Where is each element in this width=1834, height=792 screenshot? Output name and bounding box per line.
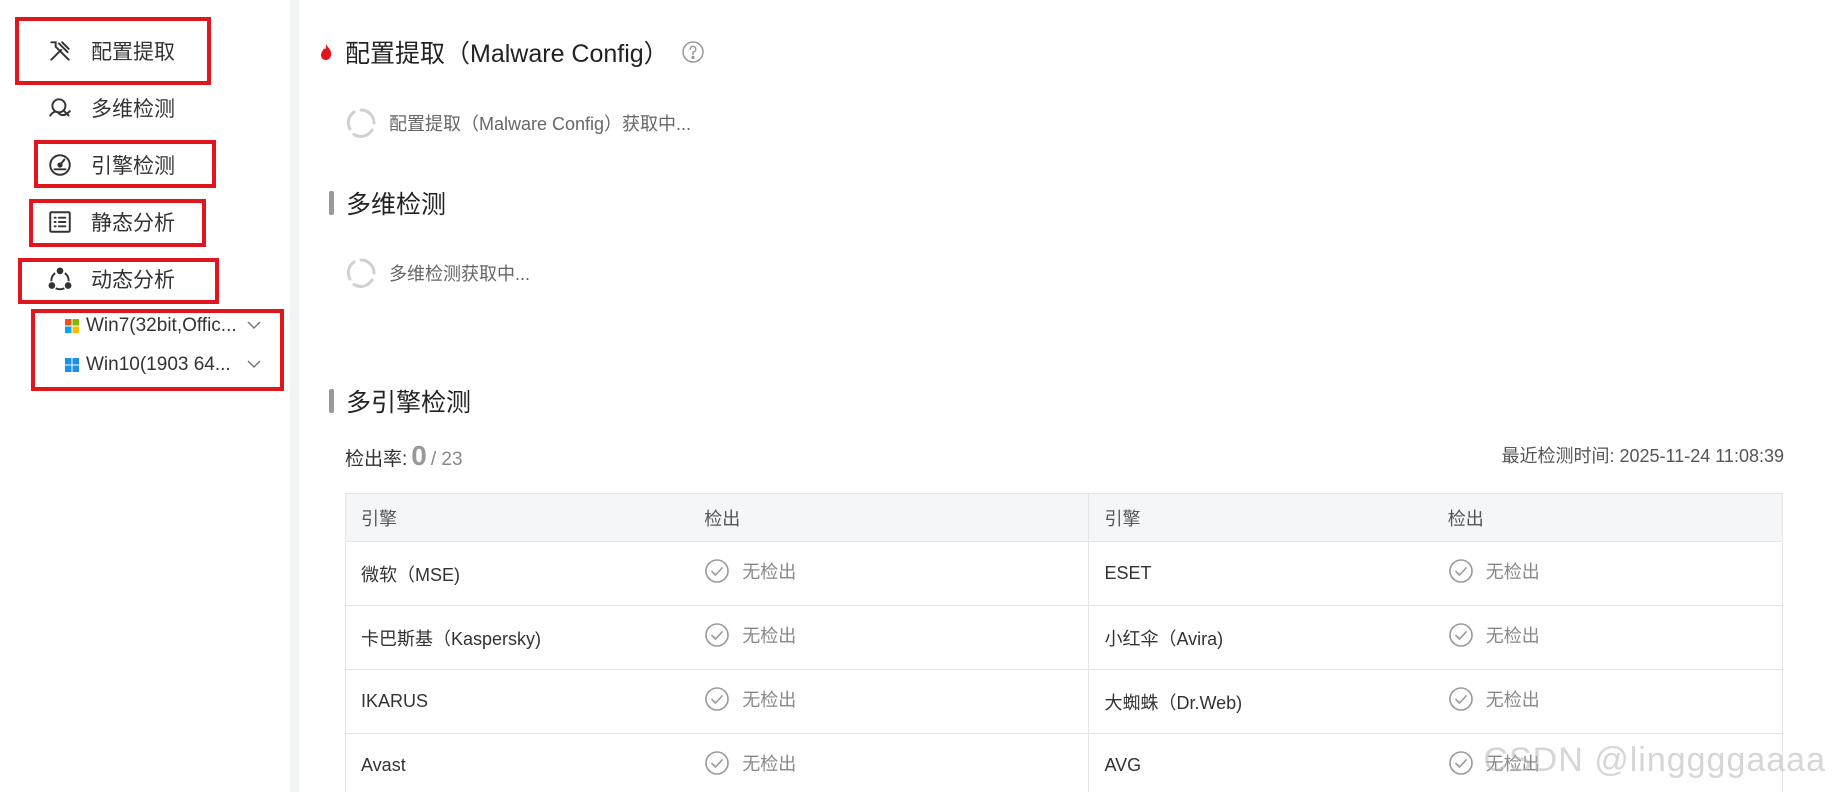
detect-status: 无检出 xyxy=(1432,669,1783,734)
status-text: 无检出 xyxy=(1485,562,1540,582)
last-detect-time: 最近检测时间: 2025-11-24 11:08:39 xyxy=(1501,446,1784,466)
loading-text: 多维检测获取中... xyxy=(389,264,531,284)
status-text: 无检出 xyxy=(742,626,797,646)
status-text: 无检出 xyxy=(742,754,797,774)
watermark: CSDN @linggggaaaa xyxy=(1483,741,1826,779)
section-title-text: 多引擎检测 xyxy=(346,389,472,417)
section-title-text: 多维检测 xyxy=(346,191,447,219)
config-section-title: 配置提取（Malware Config） xyxy=(319,34,705,70)
sidebar: 配置提取 多维检测 引擎检测 静态分析 动态分析 Win7(32bit,Offi… xyxy=(0,0,290,792)
detect-status: 无检出 xyxy=(689,669,1089,734)
column-header: 引擎 xyxy=(1088,493,1433,542)
rate-label: 检出率: xyxy=(345,449,408,470)
section-bar xyxy=(329,389,334,413)
detection-rate: 检出率: 0 / 23 xyxy=(345,440,463,472)
highlight-box xyxy=(31,309,284,391)
status-text: 无检出 xyxy=(742,690,797,710)
highlight-box xyxy=(18,258,219,304)
column-header: 引擎 xyxy=(345,493,690,542)
status-text: 无检出 xyxy=(1485,626,1540,646)
status-text: 无检出 xyxy=(742,562,797,582)
engine-name: 小红伞（Avira) xyxy=(1088,605,1433,670)
table-row: IKARUS 无检出 大蜘蛛（Dr.Web) 无检出 xyxy=(345,669,1783,734)
nav-multi-detect[interactable]: 多维检测 xyxy=(46,88,175,128)
detect-status: 无检出 xyxy=(689,541,1089,606)
column-header: 检出 xyxy=(689,493,1089,542)
multi-detect-icon xyxy=(46,94,74,122)
total-count: / 23 xyxy=(430,449,463,470)
config-loading: 配置提取（Malware Config）获取中... xyxy=(345,107,691,139)
help-icon[interactable] xyxy=(681,40,705,64)
table-row: 卡巴斯基（Kaspersky) 无检出 小红伞（Avira) 无检出 xyxy=(345,605,1783,670)
engine-name: 卡巴斯基（Kaspersky) xyxy=(345,605,690,670)
detect-status: 无检出 xyxy=(689,733,1089,792)
check-circle-icon xyxy=(705,687,730,711)
detect-status: 无检出 xyxy=(1432,541,1783,606)
nav-label: 多维检测 xyxy=(91,98,175,121)
check-circle-icon xyxy=(1448,751,1473,775)
engine-section-title: 多引擎检测 xyxy=(329,383,471,419)
engine-name: 大蜘蛛（Dr.Web) xyxy=(1088,669,1433,734)
check-circle-icon xyxy=(1448,559,1473,583)
table-header-row: 引擎 检出 引擎 检出 xyxy=(345,493,1783,542)
fire-icon xyxy=(321,44,332,60)
sidebar-divider xyxy=(290,0,299,792)
check-circle-icon xyxy=(705,751,730,775)
detected-count: 0 xyxy=(411,440,427,471)
engine-name: ESET xyxy=(1088,541,1433,606)
engine-name: Avast xyxy=(345,733,690,792)
check-circle-icon xyxy=(705,559,730,583)
engine-name: 微软（MSE) xyxy=(345,541,690,606)
status-text: 无检出 xyxy=(1485,690,1540,710)
highlight-box xyxy=(34,140,216,188)
detect-status: 无检出 xyxy=(689,605,1089,670)
spinner-icon xyxy=(346,108,376,138)
column-header: 检出 xyxy=(1432,493,1783,542)
loading-text: 配置提取（Malware Config）获取中... xyxy=(389,114,692,134)
multi-loading: 多维检测获取中... xyxy=(345,257,530,289)
engine-name: IKARUS xyxy=(345,669,690,734)
engine-name: AVG xyxy=(1088,733,1433,792)
section-bar xyxy=(329,191,334,215)
check-circle-icon xyxy=(1448,623,1473,647)
highlight-box xyxy=(29,199,206,247)
multi-section-title: 多维检测 xyxy=(329,185,446,221)
spinner-icon xyxy=(346,258,376,288)
table-row: 微软（MSE) 无检出 ESET 无检出 xyxy=(345,541,1783,606)
check-circle-icon xyxy=(705,623,730,647)
highlight-box xyxy=(15,17,211,85)
detect-status: 无检出 xyxy=(1432,605,1783,670)
check-circle-icon xyxy=(1448,687,1473,711)
section-title-text: 配置提取（Malware Config） xyxy=(345,40,669,68)
